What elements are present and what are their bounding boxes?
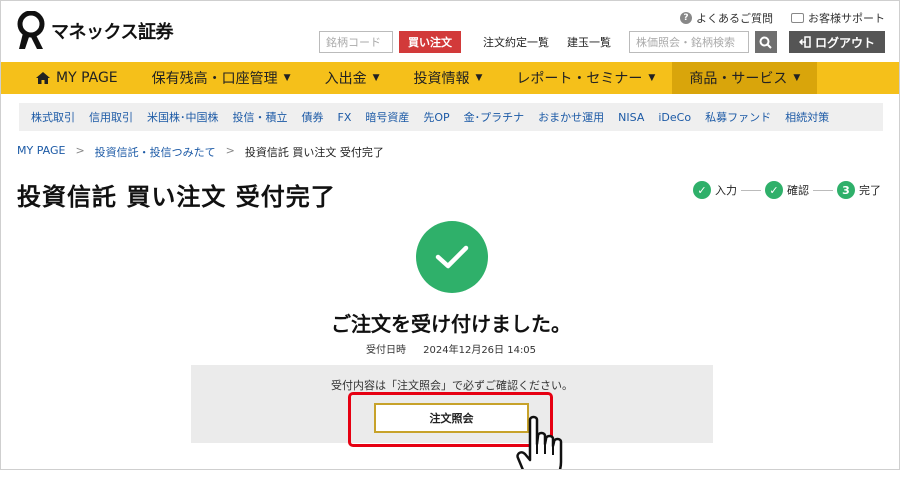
subnav-item[interactable]: 金･プラチナ xyxy=(464,109,525,125)
success-check-icon xyxy=(416,221,488,293)
step-complete: 3 完了 xyxy=(837,181,881,199)
position-list-link[interactable]: 建玉一覧 xyxy=(561,34,617,50)
step-indicator: ✓ 入力 ✓ 確認 3 完了 xyxy=(693,181,881,199)
step-connector xyxy=(813,189,833,191)
step-confirm: ✓ 確認 xyxy=(765,181,809,199)
search-button[interactable] xyxy=(754,31,777,53)
logout-button[interactable]: ログアウト xyxy=(788,31,885,53)
subnav-item[interactable]: 債券 xyxy=(302,109,324,125)
ticker-input[interactable]: 銘柄コード xyxy=(318,31,393,53)
subnav-item[interactable]: FX xyxy=(338,111,352,124)
caret-down-icon: ▼ xyxy=(648,73,656,83)
subnav-item[interactable]: 先OP xyxy=(423,109,449,125)
top-links: ? よくあるご質問 お客様サポート xyxy=(680,10,885,26)
breadcrumb-current: 投資信託 買い注文 受付完了 xyxy=(244,146,384,159)
confirmation-note: 受付内容は「注文照会」で必ずご確認ください。 xyxy=(331,379,573,392)
received-datetime: 受付日時 2024年12月26日 14:05 xyxy=(365,345,537,356)
step-input: ✓ 入力 xyxy=(693,181,737,199)
breadcrumb-separator: > xyxy=(75,144,85,157)
breadcrumb-separator: > xyxy=(225,144,235,157)
breadcrumb: MY PAGE > 投資信託・投信つみたて > 投資信託 買い注文 受付完了 xyxy=(17,144,384,160)
caret-down-icon: ▼ xyxy=(372,73,380,83)
brand-logo[interactable]: マネックス証券 xyxy=(15,11,173,51)
subnav-item[interactable]: 投信・積立 xyxy=(233,109,288,125)
buy-order-button[interactable]: 買い注文 xyxy=(398,31,461,53)
subnav-item[interactable]: 株式取引 xyxy=(31,109,75,125)
home-icon xyxy=(36,72,50,84)
step-connector xyxy=(741,189,761,191)
nav-investment-info[interactable]: 投資情報 ▼ xyxy=(397,62,500,94)
subnav-item[interactable]: 信用取引 xyxy=(89,109,133,125)
subnav-item[interactable]: 私募ファンド xyxy=(705,109,771,125)
subnav-item[interactable]: おまかせ運用 xyxy=(538,109,604,125)
sub-nav: 株式取引 信用取引 米国株･中国株 投信・積立 債券 FX 暗号資産 先OP 金… xyxy=(19,103,883,131)
breadcrumb-home[interactable]: MY PAGE xyxy=(17,144,65,160)
search-icon xyxy=(759,36,773,49)
nav-products[interactable]: 商品・サービス ▼ xyxy=(672,62,818,94)
step-number-badge: 3 xyxy=(837,181,855,199)
subnav-item[interactable]: 米国株･中国株 xyxy=(147,109,219,125)
faq-link[interactable]: ? よくあるご質問 xyxy=(680,10,773,26)
order-list-link[interactable]: 注文約定一覧 xyxy=(477,34,555,50)
brand-name: マネックス証券 xyxy=(51,22,173,43)
logout-icon xyxy=(798,36,811,48)
check-icon: ✓ xyxy=(693,181,711,199)
success-message: ご注文を受け付けました。 xyxy=(331,312,571,336)
pointing-hand-icon xyxy=(516,415,563,469)
nav-holdings[interactable]: 保有残高・口座管理 ▼ xyxy=(135,62,308,94)
order-inquiry-button[interactable]: 注文照会 xyxy=(374,403,529,433)
subnav-item[interactable]: NISA xyxy=(618,111,644,124)
check-icon: ✓ xyxy=(765,181,783,199)
nav-reports[interactable]: レポート・セミナー ▼ xyxy=(499,62,672,94)
stock-search-input[interactable]: 株価照会・銘柄検索 xyxy=(628,31,749,53)
main-nav: MY PAGE 保有残高・口座管理 ▼ 入出金 ▼ 投資情報 ▼ レポート・セミナー ▼… xyxy=(1,62,899,94)
subnav-item[interactable]: 暗号資産 xyxy=(365,109,409,125)
chat-icon xyxy=(791,13,804,23)
caret-down-icon: ▼ xyxy=(475,73,483,83)
nav-mypage[interactable]: MY PAGE xyxy=(19,62,135,94)
caret-down-icon: ▼ xyxy=(793,73,801,83)
monex-logo-icon xyxy=(17,11,45,49)
question-icon: ? xyxy=(680,12,692,24)
subnav-item[interactable]: 相続対策 xyxy=(785,109,829,125)
breadcrumb-parent[interactable]: 投資信託・投信つみたて xyxy=(95,144,216,160)
browser-frame: マネックス証券 ? よくあるご質問 お客様サポート 銘柄コード 買い注文 注文約… xyxy=(0,0,900,470)
support-link[interactable]: お客様サポート xyxy=(791,10,885,26)
nav-deposit[interactable]: 入出金 ▼ xyxy=(308,62,397,94)
subnav-item[interactable]: iDeCo xyxy=(658,111,691,124)
header-tools: 銘柄コード 買い注文 注文約定一覧 建玉一覧 株価照会・銘柄検索 ログアウト xyxy=(318,31,885,53)
page-title: 投資信託 買い注文 受付完了 xyxy=(17,183,336,211)
caret-down-icon: ▼ xyxy=(283,73,291,83)
